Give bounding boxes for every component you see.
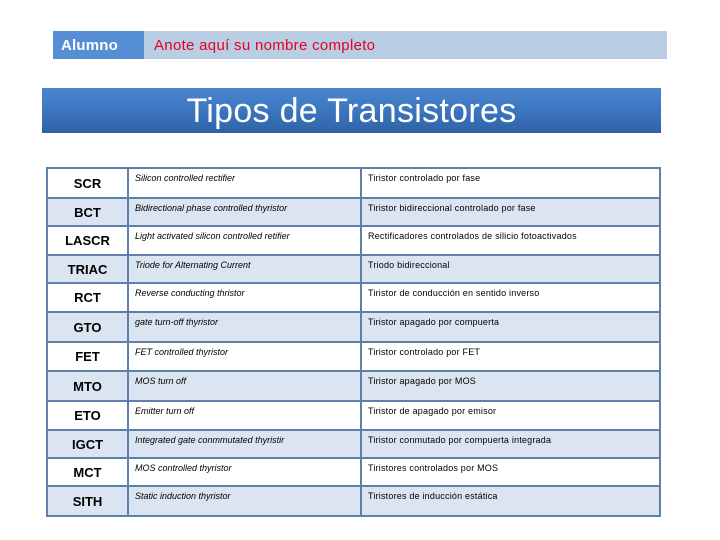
cell-abbreviation: ETO <box>46 400 129 431</box>
cell-spanish-name: Tiristor apagado por compuerta <box>360 311 661 343</box>
table-row: TRIAC Triode for Alternating Current Triod… <box>46 254 661 284</box>
table-row: FET FET controlled thyristor Tiristor cont… <box>46 341 661 372</box>
cell-spanish-name: Tiristores controlados por MOS <box>360 457 661 487</box>
table-row: GTO gate turn-off thyristor Tiristor apaga… <box>46 311 661 343</box>
cell-abbreviation: TRIAC <box>46 254 129 284</box>
student-label: Alumno <box>53 31 144 59</box>
cell-abbreviation: SCR <box>46 167 129 199</box>
transistor-types-table: SCR Silicon controlled rectifier Tiristor … <box>46 167 661 517</box>
cell-abbreviation: FET <box>46 341 129 372</box>
cell-spanish-name: Tiristor controlado por FET <box>360 341 661 372</box>
cell-english-name: Reverse conducting thristor <box>127 282 362 313</box>
table-row: ETO Emitter turn off Tiristor de apagado p… <box>46 400 661 431</box>
cell-spanish-name: Tiristor controlado por fase <box>360 167 661 199</box>
cell-spanish-name: Tiristor conmutado por compuerta integra… <box>360 429 661 459</box>
table-row: SITH Static induction thyristor Tiristores… <box>46 485 661 517</box>
cell-abbreviation: LASCR <box>46 225 129 256</box>
cell-spanish-name: Tiristores de inducción estática <box>360 485 661 517</box>
cell-english-name: Light activated silicon controlled retif… <box>127 225 362 256</box>
cell-abbreviation: BCT <box>46 197 129 227</box>
cell-spanish-name: Tiristor de conducción en sentido invers… <box>360 282 661 313</box>
cell-spanish-name: Tiristor bidireccional controlado por fa… <box>360 197 661 227</box>
cell-spanish-name: Triodo bidireccional <box>360 254 661 284</box>
cell-english-name: Silicon controlled rectifier <box>127 167 362 199</box>
cell-english-name: gate turn-off thyristor <box>127 311 362 343</box>
cell-abbreviation: MCT <box>46 457 129 487</box>
table-row: IGCT Integrated gate conmmutated thyristi… <box>46 429 661 459</box>
cell-spanish-name: Rectificadores controlados de silicio fo… <box>360 225 661 256</box>
cell-spanish-name: Tiristor apagado por MOS <box>360 370 661 402</box>
table-row: RCT Reverse conducting thristor Tiristor d… <box>46 282 661 313</box>
cell-english-name: Emitter turn off <box>127 400 362 431</box>
cell-spanish-name: Tiristor de apagado por emisor <box>360 400 661 431</box>
cell-abbreviation: RCT <box>46 282 129 313</box>
cell-english-name: MOS turn off <box>127 370 362 402</box>
cell-english-name: MOS controlled thyristor <box>127 457 362 487</box>
cell-english-name: Bidirectional phase controlled thyristor <box>127 197 362 227</box>
cell-abbreviation: MTO <box>46 370 129 402</box>
cell-abbreviation: IGCT <box>46 429 129 459</box>
table-row: LASCR Light activated silicon controlled … <box>46 225 661 256</box>
cell-english-name: Integrated gate conmmutated thyristir <box>127 429 362 459</box>
student-name-bar: Alumno Anote aquí su nombre completo <box>53 31 667 59</box>
table-row: MTO MOS turn off Tiristor apagado por MOS <box>46 370 661 402</box>
cell-abbreviation: GTO <box>46 311 129 343</box>
cell-english-name: Triode for Alternating Current <box>127 254 362 284</box>
cell-english-name: FET controlled thyristor <box>127 341 362 372</box>
table-row: BCT Bidirectional phase controlled thyris… <box>46 197 661 227</box>
student-name-field[interactable]: Anote aquí su nombre completo <box>144 37 375 54</box>
title-banner: Tipos de Transistores <box>42 88 661 133</box>
page-title: Tipos de Transistores <box>186 92 517 130</box>
cell-abbreviation: SITH <box>46 485 129 517</box>
cell-english-name: Static induction thyristor <box>127 485 362 517</box>
table-row: SCR Silicon controlled rectifier Tiristor … <box>46 167 661 199</box>
table-row: MCT MOS controlled thyristor Tiristores co… <box>46 457 661 487</box>
